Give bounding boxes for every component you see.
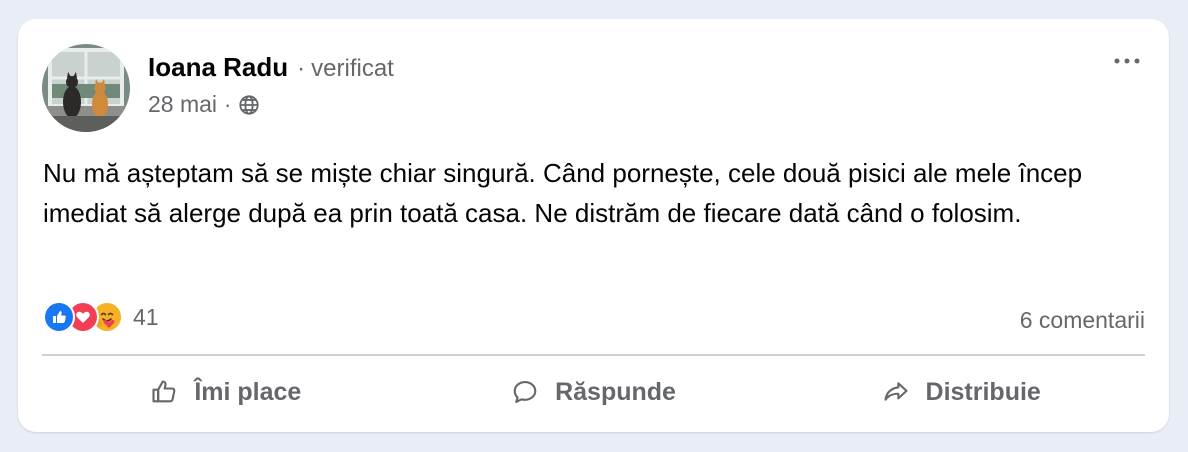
more-horizontal-icon (1114, 58, 1140, 64)
share-icon (883, 382, 908, 401)
post-card: Ioana Radu · verificat 28 mai · Nu mă aș… (18, 19, 1169, 432)
more-options-button[interactable] (1107, 47, 1147, 75)
thumbs-up-icon (152, 380, 176, 403)
author-name[interactable]: Ioana Radu (148, 52, 288, 83)
action-bar: Îmi place Răspunde Distribuie (42, 364, 1145, 420)
reply-button-label: Răspunde (555, 377, 676, 406)
avatar-image (42, 44, 130, 132)
divider (42, 354, 1145, 356)
post-header: Ioana Radu · verificat (148, 52, 394, 83)
like-button-label: Îmi place (194, 377, 302, 406)
post-date[interactable]: 28 mai (148, 91, 217, 118)
avatar[interactable] (42, 44, 130, 132)
share-button[interactable]: Distribuie (777, 364, 1145, 420)
meta-separator: · (224, 91, 232, 117)
reply-button[interactable]: Răspunde (410, 364, 778, 420)
author-separator: · (297, 55, 306, 82)
post-meta: 28 mai · (148, 91, 260, 118)
comments-count[interactable]: 6 comentarii (1020, 307, 1145, 334)
reactions-summary[interactable]: 41 (43, 301, 159, 333)
like-reaction-icon (43, 301, 75, 333)
like-button[interactable]: Îmi place (42, 364, 410, 420)
globe-icon (238, 94, 260, 116)
post-text: Nu mă așteptam să se miște chiar singură… (43, 158, 1083, 228)
share-button-label: Distribuie (925, 377, 1041, 406)
reaction-count: 41 (133, 303, 159, 330)
comment-icon (513, 381, 537, 403)
verified-label: verificat (311, 55, 394, 82)
